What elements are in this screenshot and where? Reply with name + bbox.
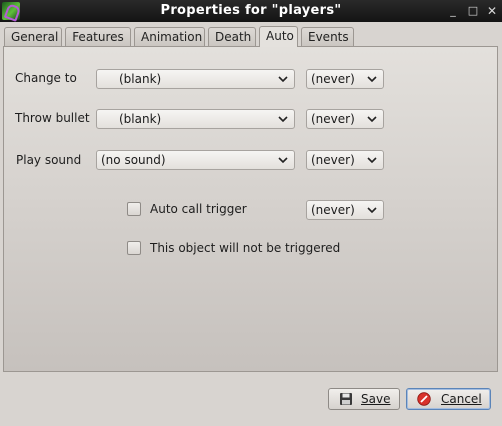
minimize-icon[interactable]: _	[446, 4, 460, 18]
change-to-select[interactable]: (blank)	[96, 69, 295, 89]
save-label: Save	[361, 392, 391, 406]
throw-bullet-value: (blank)	[119, 112, 162, 126]
throw-bullet-when-select[interactable]: (never)	[306, 109, 384, 129]
auto-call-trigger-label[interactable]: Auto call trigger	[150, 202, 247, 216]
chevron-down-icon	[278, 116, 288, 123]
chevron-down-icon	[367, 207, 377, 214]
throw-bullet-select[interactable]: (blank)	[96, 109, 295, 129]
save-button[interactable]: Save	[328, 388, 400, 410]
maximize-icon[interactable]: □	[466, 4, 480, 18]
save-icon	[340, 393, 352, 405]
chevron-down-icon	[278, 76, 288, 83]
play-sound-when-value: (never)	[311, 153, 355, 167]
play-sound-select[interactable]: (no sound)	[96, 150, 295, 170]
auto-tab-panel	[3, 46, 498, 372]
close-icon[interactable]: ✕	[485, 4, 499, 18]
change-to-when-select[interactable]: (never)	[306, 69, 384, 89]
auto-call-trigger-when-select[interactable]: (never)	[306, 200, 384, 220]
throw-bullet-label: Throw bullet	[15, 111, 90, 125]
auto-call-trigger-when-value: (never)	[311, 203, 355, 217]
chevron-down-icon	[367, 157, 377, 164]
play-sound-when-select[interactable]: (never)	[306, 150, 384, 170]
change-to-value: (blank)	[119, 72, 162, 86]
chevron-down-icon	[367, 116, 377, 123]
tab-death[interactable]: Death	[208, 27, 256, 46]
properties-window: Properties for "players" _ □ ✕ General F…	[0, 0, 502, 426]
not-triggered-checkbox[interactable]	[127, 241, 141, 255]
cancel-label: Cancel	[441, 392, 482, 406]
throw-bullet-when-value: (never)	[311, 112, 355, 126]
auto-call-trigger-checkbox[interactable]	[127, 202, 141, 216]
change-to-when-value: (never)	[311, 72, 355, 86]
play-sound-label: Play sound	[16, 153, 82, 167]
change-to-label: Change to	[15, 71, 77, 85]
tab-events[interactable]: Events	[301, 27, 354, 46]
tab-features[interactable]: Features	[65, 27, 131, 46]
play-sound-value: (no sound)	[101, 153, 166, 167]
cancel-icon	[417, 392, 431, 406]
tab-general[interactable]: General	[4, 27, 62, 46]
tab-auto[interactable]: Auto	[259, 26, 298, 47]
window-title: Properties for "players"	[160, 3, 342, 18]
tab-animation[interactable]: Animation	[134, 27, 205, 46]
chevron-down-icon	[278, 157, 288, 164]
title-bar[interactable]: Properties for "players" _ □ ✕	[0, 0, 502, 22]
chevron-down-icon	[367, 76, 377, 83]
cancel-button[interactable]: Cancel	[406, 388, 491, 410]
not-triggered-label[interactable]: This object will not be triggered	[150, 241, 340, 255]
